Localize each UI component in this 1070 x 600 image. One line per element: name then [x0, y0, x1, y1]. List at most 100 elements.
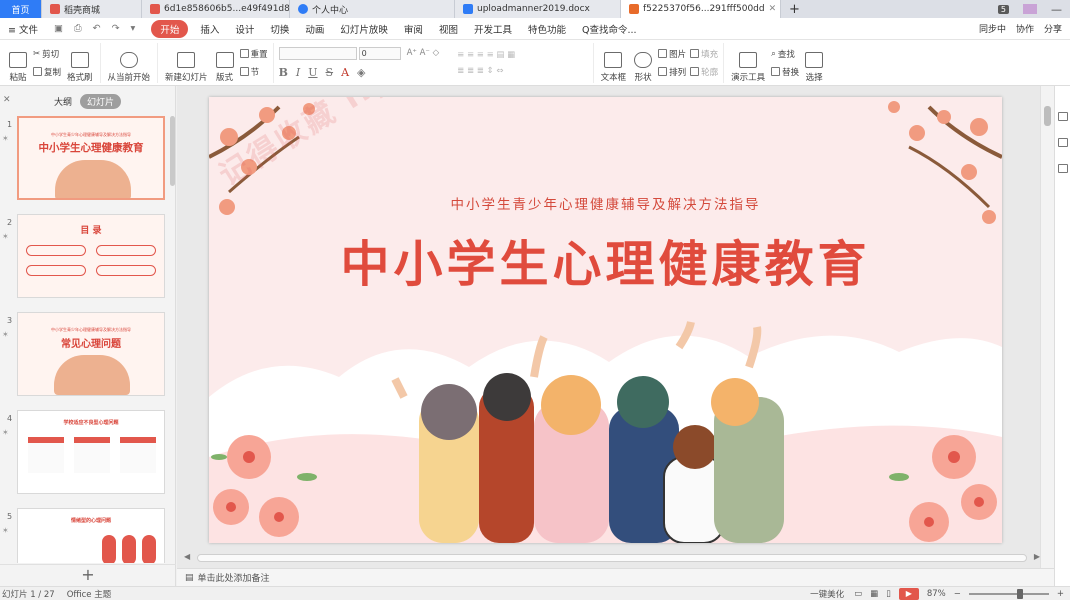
minimize-icon[interactable]: — [1051, 3, 1062, 16]
tab-docer-store[interactable]: 稻壳商城 [42, 0, 142, 18]
sync-button[interactable]: 同步中 [979, 22, 1006, 35]
font-family-select[interactable] [278, 46, 357, 60]
find-button[interactable]: ⌕ 查找 [771, 48, 799, 60]
slide-subtitle[interactable]: 中小学生青少年心理健康辅导及解决方法指导 [209, 193, 1002, 213]
tab-upload-docx[interactable]: uploadmanner2019.docx [455, 0, 621, 18]
play-from-current-button[interactable]: 从当前开始 [106, 43, 153, 83]
tab-slides[interactable]: 幻灯片 [80, 93, 122, 109]
underline-icon[interactable]: U [308, 66, 317, 79]
slide-editing-canvas[interactable]: 记得收藏 HyBoxShu 中小学生青少年心理健康辅导及解决方法指导 中小学生心… [177, 86, 1040, 568]
text-box-button[interactable]: 文本框 [599, 43, 629, 83]
thumbnail-title: 中小学生心理健康教育 [38, 142, 144, 154]
scroll-left-icon[interactable]: ◀ [184, 552, 190, 561]
tab-personal-center[interactable]: 个人中心 [290, 0, 455, 18]
grow-font-icon[interactable]: A⁺ A⁻ ◇ [407, 48, 440, 58]
paste-button[interactable]: 粘贴 [7, 43, 29, 83]
slideshow-play-button[interactable]: ▶ [898, 587, 919, 600]
outline-button[interactable]: 轮廓 [690, 66, 718, 78]
canvas-horizontal-scrollbar[interactable]: ◀ ▶ [184, 552, 1040, 562]
menu-transition[interactable]: 切换 [262, 22, 297, 36]
slide-title[interactable]: 中小学生心理健康教育 [209, 225, 1002, 296]
zoom-level[interactable]: 87% [927, 589, 946, 599]
menu-insert[interactable]: 插入 [192, 22, 227, 36]
slide-number: 3 [7, 316, 13, 325]
tab-current-presentation[interactable]: f5225370f56...291fff500dd ✕ [621, 0, 781, 18]
play-group: 从当前开始 [101, 42, 159, 83]
paragraph-align-icons[interactable]: ≡ ≡ ≡ ≡ ▤ ▦ [457, 50, 515, 60]
canvas-vertical-scrollbar[interactable] [1040, 86, 1054, 568]
slide-sorter-icon[interactable]: ▦ [870, 589, 878, 599]
search-command-input[interactable]: Q查找命令... [574, 22, 645, 36]
section-button[interactable]: 节 [239, 66, 268, 78]
notes-pane[interactable]: ▤ 单击此处添加备注 [177, 568, 1054, 586]
reading-view-icon[interactable]: ▯ [886, 589, 891, 599]
tab-presentation-1[interactable]: 6d1e858606b5...e49f491d89cf [142, 0, 290, 18]
normal-view-icon[interactable]: ▭ [854, 589, 862, 599]
italic-icon[interactable]: I [296, 66, 300, 79]
tab-home[interactable]: 首页 [0, 0, 42, 18]
font-color-icon[interactable]: A [341, 66, 349, 79]
shape-button[interactable]: 形状 [632, 43, 654, 83]
collaborate-button[interactable]: 协作 [1016, 22, 1034, 35]
paragraph-spacing-icons[interactable]: ≣ ≣ ≣ ⇕ ⇔ [457, 66, 515, 76]
new-slide-button[interactable]: 新建幻灯片 [163, 43, 210, 83]
cut-button[interactable]: ✂ 剪切 [33, 48, 61, 60]
menu-design[interactable]: 设计 [227, 22, 262, 36]
layout-button[interactable]: 版式 [214, 43, 236, 83]
fill-button[interactable]: 填充 [690, 48, 718, 60]
close-tab-icon[interactable]: ✕ [769, 4, 777, 14]
slide-thumbnail-5[interactable]: 5 ✶ 情绪型的心理问题 [0, 508, 168, 563]
zoom-in-icon[interactable]: + [1057, 589, 1064, 599]
avatar[interactable] [1023, 4, 1037, 14]
reset-button[interactable]: 重置 [239, 48, 268, 60]
bold-icon[interactable]: B [279, 66, 288, 79]
menu-start[interactable]: 开始 [151, 19, 189, 38]
current-slide[interactable]: 记得收藏 HyBoxShu 中小学生青少年心理健康辅导及解决方法指导 中小学生心… [209, 97, 1002, 543]
menu-animation[interactable]: 动画 [297, 22, 332, 36]
thumbnail-scrollbar[interactable] [170, 116, 175, 186]
add-slide-button[interactable]: + [0, 564, 176, 586]
tab-outline[interactable]: 大纲 [54, 95, 72, 108]
new-slide-label: 新建幻灯片 [165, 72, 208, 83]
slide-thumbnail-4[interactable]: 4 ✶ 学校适应不良型心理问题 [0, 410, 168, 496]
slide-thumbnail-1[interactable]: 1 ✶ 中小学生青少年心理健康辅导及解决方法指导 中小学生心理健康教育 [0, 116, 168, 202]
copy-button[interactable]: 复制 [33, 66, 61, 78]
menu-slideshow[interactable]: 幻灯片放映 [332, 22, 396, 36]
status-bar: 幻灯片 1 / 27 Office 主题 一键美化 ▭ ▦ ▯ ▶ 87% − … [0, 586, 1070, 600]
strikethrough-icon[interactable]: S [326, 66, 334, 79]
select-button[interactable]: 选择 [803, 43, 825, 83]
menu-features[interactable]: 特色功能 [520, 22, 574, 36]
menu-file[interactable]: ≡ 文件 [0, 22, 46, 36]
settings-icon[interactable] [1058, 164, 1068, 173]
font-size-select[interactable]: 0 [358, 46, 401, 60]
zoom-out-icon[interactable]: − [954, 589, 961, 599]
document-tab-strip: 首页 稻壳商城 6d1e858606b5...e49f491d89cf 个人中心… [0, 0, 1070, 18]
menu-developer[interactable]: 开发工具 [466, 22, 520, 36]
new-tab-button[interactable]: + [781, 0, 808, 18]
slide-count: 幻灯片 1 / 27 [2, 589, 55, 600]
design-icon[interactable] [1058, 138, 1068, 147]
share-button[interactable]: 分享 [1044, 22, 1062, 35]
slide-thumbnail-3[interactable]: 3 ✶ 中小学生青少年心理健康辅导及解决方法指导 常见心理问题 [0, 312, 168, 398]
doc-file-icon [463, 4, 473, 14]
replace-button[interactable]: 替换 [771, 66, 799, 78]
properties-icon[interactable] [1058, 112, 1068, 121]
picture-button[interactable]: 图片 [658, 48, 686, 60]
zoom-slider[interactable] [968, 588, 1049, 599]
scroll-thumb[interactable] [1044, 106, 1051, 126]
zoom-slider-handle[interactable] [1016, 588, 1023, 599]
close-panel-icon[interactable]: ✕ [3, 95, 11, 105]
highlight-icon[interactable]: ◈ [357, 66, 365, 79]
notes-placeholder[interactable]: 单击此处添加备注 [198, 571, 270, 584]
undo-redo-icons[interactable]: ▣ ⎙ ↶ ↷ ▾ [46, 23, 147, 34]
beautify-button[interactable]: 一键美化 [810, 588, 844, 600]
menu-review[interactable]: 审阅 [396, 22, 431, 36]
workspace-badge[interactable]: 5 [997, 4, 1009, 14]
presenter-tools-button[interactable]: 演示工具 [729, 43, 767, 83]
format-painter-button[interactable]: 格式刷 [65, 43, 95, 83]
arrange-button[interactable]: 排列 [658, 66, 686, 78]
slide-thumbnail-2[interactable]: 2 ✶ 目 录 [0, 214, 168, 300]
menu-view[interactable]: 视图 [431, 22, 466, 36]
right-side-toolbar [1054, 86, 1070, 586]
students-illustration [55, 160, 131, 198]
